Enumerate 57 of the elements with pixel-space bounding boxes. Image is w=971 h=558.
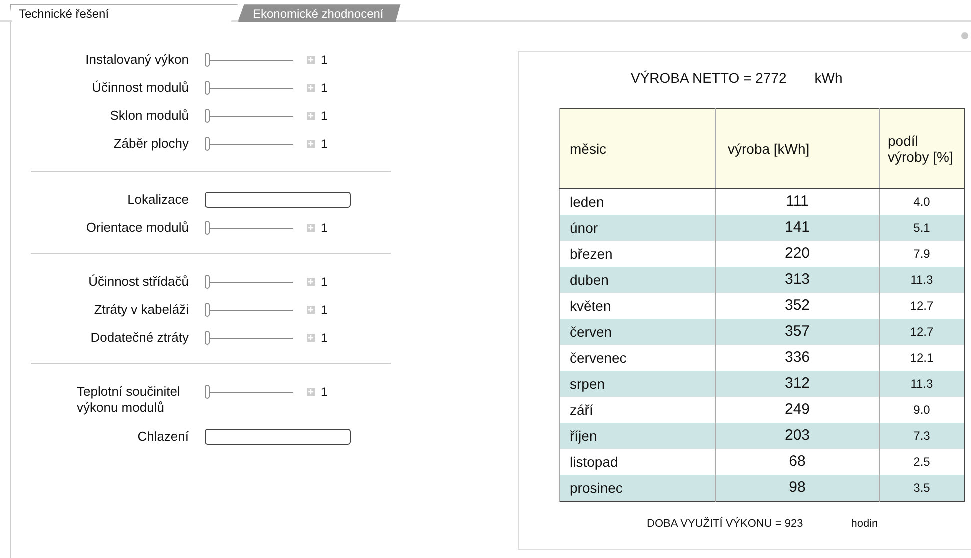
tab[interactable]: Technické řešení (10, 4, 238, 22)
table-cell: prosinec (560, 475, 716, 502)
slider-value: 1 (321, 274, 328, 290)
slider-thumb[interactable] (205, 109, 210, 123)
setting-label: Účinnost střídačů (88, 274, 190, 290)
slider-thumb[interactable] (205, 331, 210, 345)
input-field[interactable] (205, 192, 351, 208)
table-cell: 141 (716, 215, 880, 241)
slider-value: 1 (321, 52, 328, 68)
slider-thumb[interactable] (205, 275, 210, 289)
table-cell: 7.3 (880, 423, 964, 449)
total-label: VÝROBA NETTO = 2772 (631, 70, 787, 88)
setting-label: Sklon modulů (109, 108, 190, 124)
slider-value: 1 (321, 330, 328, 346)
setting-label: Orientace modulů (85, 220, 190, 236)
table-cell: 357 (716, 319, 880, 345)
setting-label: Dodatečné ztráty (90, 330, 190, 346)
table-cell: únor (560, 215, 716, 241)
setting-label: Záběr plochy (112, 136, 190, 152)
table-cell: 203 (716, 423, 880, 449)
slider-thumb[interactable] (205, 137, 210, 151)
slider-thumb[interactable] (205, 221, 210, 235)
slider-value: 1 (321, 136, 328, 152)
slider-value: 1 (321, 220, 328, 236)
setting-label: Účinnost modulů (91, 80, 190, 96)
table-cell: 11.3 (880, 371, 964, 397)
table-cell: duben (560, 267, 716, 293)
usage-unit: hodin (851, 518, 878, 530)
table-cell: 11.3 (880, 267, 964, 293)
setting-label: Instalovaný výkon (84, 52, 190, 68)
slider-value: 1 (321, 80, 328, 96)
total-unit: kWh (814, 70, 843, 88)
column-header: podíl výroby [%] (880, 108, 964, 188)
table-cell: červen (560, 319, 716, 345)
slider-value: 1 (321, 108, 328, 124)
setting-label: Chlazení (136, 429, 190, 445)
column-header: výroba [kWh] (716, 108, 880, 188)
table-cell: 98 (716, 475, 880, 502)
slider-value: 1 (321, 384, 328, 400)
setting-label: Lokalizace (126, 192, 190, 208)
setting-label: Ztráty v kabeláži (93, 302, 190, 318)
slider-value: 1 (321, 302, 328, 318)
slider-thumb[interactable] (205, 303, 210, 317)
slider-thumb[interactable] (205, 385, 210, 399)
table-cell: 5.1 (880, 215, 964, 241)
table-cell: 312 (716, 371, 880, 397)
slider-thumb[interactable] (205, 81, 210, 95)
table-cell: 313 (716, 267, 880, 293)
slider-thumb[interactable] (205, 53, 210, 67)
input-field[interactable] (205, 429, 351, 445)
table-cell: 3.5 (880, 475, 964, 502)
setting-label: Teplotní součinitel výkonu modulů (76, 384, 182, 416)
column-header: měsic (560, 108, 716, 188)
table-cell: srpen (560, 371, 716, 397)
usage-label: DOBA VYUŽITÍ VÝKONU = 923 (647, 518, 804, 530)
table-cell: 12.7 (880, 319, 964, 345)
table-cell: říjen (560, 423, 716, 449)
